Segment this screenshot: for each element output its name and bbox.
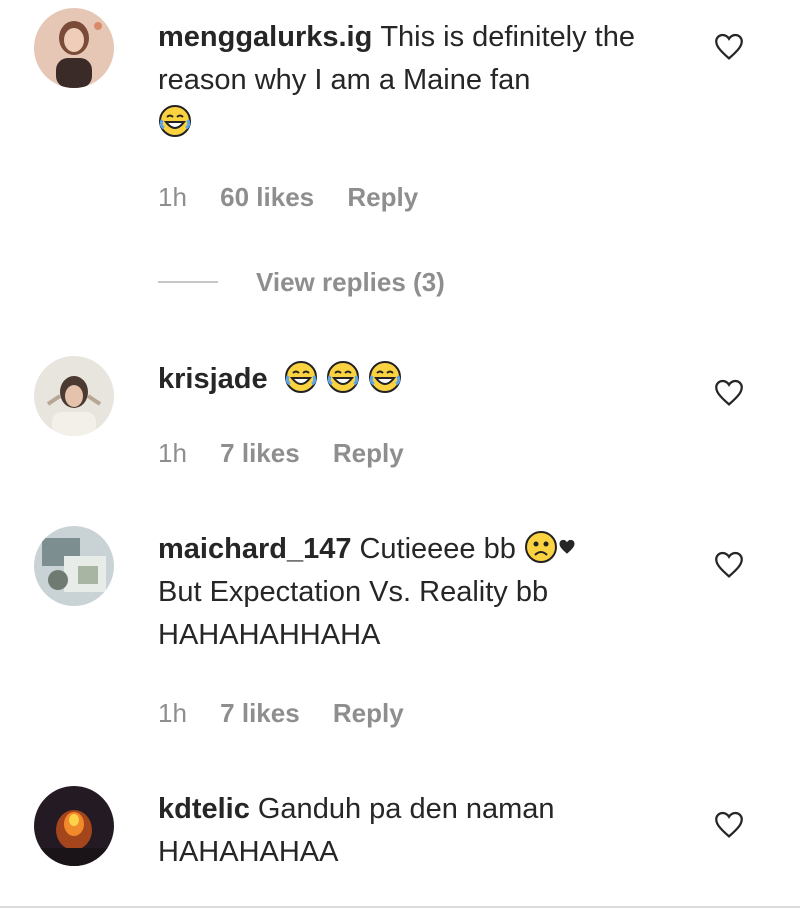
comment-likes[interactable]: 60 likes: [220, 182, 314, 212]
like-button[interactable]: [712, 808, 746, 842]
avatar[interactable]: [34, 526, 114, 606]
comment-username[interactable]: menggalurks.ig: [158, 21, 372, 53]
heart-outline-icon: [715, 379, 743, 406]
comment-body-continuation: But Expectation Vs. Reality bb HAHAHAHHA…: [158, 576, 549, 651]
comment-text: kdtelic Ganduh pa den naman HAHAHAHAA: [158, 788, 678, 874]
comment-text: maichard_147 Cutieeee bb But Expectation …: [158, 528, 678, 657]
comment-username[interactable]: maichard_147: [158, 533, 351, 565]
avatar[interactable]: [34, 786, 114, 866]
heart-outline-icon: [715, 551, 743, 578]
reply-button[interactable]: Reply: [333, 698, 404, 728]
heart-outline-icon: [715, 811, 743, 838]
heart-outline-icon: [715, 33, 743, 60]
face-with-tears-of-joy-icon: [159, 105, 191, 138]
comment-username[interactable]: krisjade: [158, 363, 268, 395]
comment-body: Cutieeee bb: [359, 533, 516, 565]
like-button[interactable]: [712, 376, 746, 410]
comment-time[interactable]: 1h: [158, 182, 187, 212]
divider: [0, 906, 800, 908]
reply-button[interactable]: Reply: [333, 438, 404, 468]
comment-meta: 1h 60 likes Reply: [158, 182, 444, 213]
comment-meta: 1h 7 likes Reply: [158, 698, 430, 729]
comment-likes[interactable]: 7 likes: [220, 438, 300, 468]
avatar[interactable]: [34, 8, 114, 88]
avatar-photo: [34, 526, 114, 606]
face-with-tears-of-joy-icon: [326, 361, 359, 394]
avatar[interactable]: [34, 356, 114, 436]
avatar-photo: [34, 786, 114, 866]
avatar-photo: [34, 8, 114, 88]
comment-username[interactable]: kdtelic: [158, 793, 250, 825]
comment-time[interactable]: 1h: [158, 438, 187, 468]
reply-button[interactable]: Reply: [347, 182, 418, 212]
avatar-photo: [34, 356, 114, 436]
black-heart-icon: [559, 540, 575, 555]
view-replies-button[interactable]: View replies (3): [158, 262, 445, 302]
like-button[interactable]: [712, 548, 746, 582]
face-with-tears-of-joy-icon: [284, 361, 317, 394]
view-replies-label: View replies (3): [256, 266, 445, 297]
view-replies-line: [158, 281, 218, 283]
sad-face-icon: [524, 531, 557, 564]
comment-time[interactable]: 1h: [158, 698, 187, 728]
like-button[interactable]: [712, 30, 746, 64]
comment-text: krisjade: [158, 358, 678, 401]
comment-text: menggalurks.ig This is definitely the rea…: [158, 16, 678, 145]
comment-likes[interactable]: 7 likes: [220, 698, 300, 728]
face-with-tears-of-joy-icon: [368, 361, 401, 394]
comment-meta: 1h 7 likes Reply: [158, 438, 430, 469]
